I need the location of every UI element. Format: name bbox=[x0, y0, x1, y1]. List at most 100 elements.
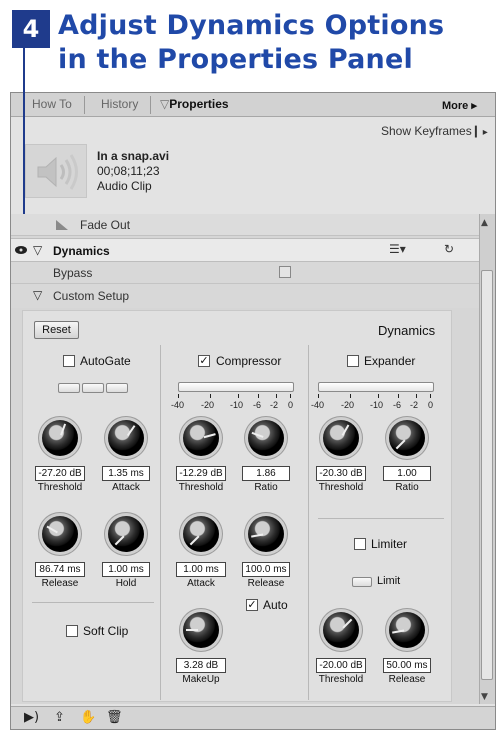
eye-icon[interactable] bbox=[14, 245, 28, 255]
limiter-label: Limiter bbox=[371, 537, 408, 551]
compressor-ratio-knob[interactable] bbox=[248, 420, 284, 456]
clip-type: Audio Clip bbox=[97, 179, 152, 193]
compressor-release-value[interactable]: 100.0 ms bbox=[242, 562, 290, 577]
compressor-threshold-knob[interactable] bbox=[183, 420, 219, 456]
play-icon[interactable]: ▶) bbox=[24, 710, 39, 725]
reset-icon[interactable]: ↻ bbox=[444, 242, 454, 256]
expander-level-meter bbox=[318, 382, 434, 392]
compressor-ratio-value[interactable]: 1.86 bbox=[242, 466, 290, 481]
compressor-attack-knob[interactable] bbox=[183, 516, 219, 552]
meter-tick bbox=[350, 394, 351, 398]
fade-out-icon bbox=[56, 220, 68, 230]
meter-scale-label: -40 bbox=[311, 400, 325, 410]
section-divider bbox=[308, 345, 309, 700]
autogate-attack-value[interactable]: 1.35 ms bbox=[102, 466, 150, 481]
limiter-threshold-value[interactable]: -20.00 dB bbox=[316, 658, 366, 673]
autogate-release-knob[interactable] bbox=[42, 516, 78, 552]
export-icon[interactable]: ⇪ bbox=[54, 710, 65, 725]
bypass-label: Bypass bbox=[53, 266, 93, 280]
expander-ratio-value[interactable]: 1.00 bbox=[383, 466, 431, 481]
gate-indicator-light bbox=[82, 383, 104, 393]
compressor-attack-value[interactable]: 1.00 ms bbox=[176, 562, 226, 577]
limiter-checkbox[interactable] bbox=[354, 538, 366, 550]
limiter-release-label: Release bbox=[388, 674, 426, 685]
expander-meter-scale: -40 -20 -10 -6 -2 0 bbox=[311, 394, 440, 412]
meter-scale-label: -20 bbox=[201, 400, 215, 410]
expander-ratio-label: Ratio bbox=[395, 482, 419, 493]
dynamics-header: Dynamics bbox=[378, 323, 436, 338]
scroll-up-arrow-icon[interactable]: ▲ bbox=[481, 218, 488, 228]
effect-row-fade-out[interactable]: Fade Out bbox=[11, 214, 479, 236]
autogate-release-label: Release bbox=[41, 578, 79, 589]
compressor-makeup-knob[interactable] bbox=[183, 612, 219, 648]
autogate-attack-knob[interactable] bbox=[108, 420, 144, 456]
effect-row-dynamics[interactable]: ▽ Dynamics ☰▾ ↻ bbox=[11, 238, 479, 262]
compressor-label: Compressor bbox=[216, 354, 282, 368]
soft-clip-checkbox[interactable] bbox=[66, 625, 78, 637]
expander-threshold-label: Threshold bbox=[318, 482, 364, 493]
custom-setup-row[interactable]: ▽ Custom Setup bbox=[11, 284, 479, 308]
reset-button[interactable]: Reset bbox=[34, 321, 79, 339]
autogate-attack-label: Attack bbox=[112, 482, 140, 493]
trash-icon[interactable]: 🗑 bbox=[106, 710, 123, 725]
step-number-badge: 4 bbox=[12, 10, 50, 48]
expand-triangle-icon[interactable]: ▽ bbox=[33, 288, 42, 302]
meter-scale-label: -10 bbox=[230, 400, 244, 410]
meter-tick bbox=[238, 394, 239, 398]
compressor-checkbox[interactable]: ✓ bbox=[198, 355, 210, 367]
meter-tick bbox=[290, 394, 291, 398]
autogate-release-value[interactable]: 86.74 ms bbox=[35, 562, 85, 577]
limiter-threshold-knob[interactable] bbox=[323, 612, 359, 648]
limiter-threshold-label: Threshold bbox=[318, 674, 364, 685]
expander-ratio-knob[interactable] bbox=[389, 420, 425, 456]
compressor-makeup-label: MakeUp bbox=[182, 674, 220, 685]
tab-separator bbox=[84, 96, 85, 114]
hand-icon[interactable]: ✋ bbox=[80, 710, 96, 725]
tab-properties[interactable]: ▽Properties bbox=[160, 97, 229, 111]
scrollbar-thumb[interactable] bbox=[481, 270, 493, 680]
autogate-threshold-value[interactable]: -27.20 dB bbox=[35, 466, 85, 481]
expand-triangle-icon[interactable]: ▽ bbox=[33, 243, 42, 257]
limit-label: Limit bbox=[377, 575, 401, 587]
meter-scale-label: 0 bbox=[288, 400, 294, 410]
custom-setup-label: Custom Setup bbox=[53, 289, 130, 303]
section-divider bbox=[32, 602, 154, 603]
dynamics-effect-label: Dynamics bbox=[53, 244, 110, 258]
autogate-hold-knob[interactable] bbox=[108, 516, 144, 552]
heading-line-1: Adjust Dynamics Options bbox=[58, 10, 445, 41]
compressor-attack-label: Attack bbox=[187, 578, 215, 589]
tab-chevron-icon: ▽ bbox=[160, 97, 170, 111]
tab-how-to[interactable]: How To bbox=[32, 97, 72, 111]
tab-separator bbox=[150, 96, 151, 114]
limiter-release-knob[interactable] bbox=[389, 612, 425, 648]
clip-timecode: 00;08;11;23 bbox=[97, 164, 160, 178]
clip-name: In a snap.avi bbox=[97, 149, 170, 163]
autogate-hold-value[interactable]: 1.00 ms bbox=[102, 562, 150, 577]
meter-scale-label: -2 bbox=[270, 400, 279, 410]
compressor-makeup-value[interactable]: 3.28 dB bbox=[176, 658, 226, 673]
tab-history[interactable]: History bbox=[101, 97, 138, 111]
compressor-release-knob[interactable] bbox=[248, 516, 284, 552]
show-keyframes-button[interactable]: Show Keyframes ▎▸ bbox=[381, 124, 488, 138]
gate-indicator-light bbox=[106, 383, 128, 393]
limiter-release-value[interactable]: 50.00 ms bbox=[383, 658, 431, 673]
autogate-checkbox[interactable] bbox=[63, 355, 75, 367]
clip-thumbnail bbox=[25, 144, 87, 198]
heading-line-2: in the Properties Panel bbox=[58, 44, 413, 75]
speaker-icon bbox=[37, 154, 78, 190]
expander-threshold-knob[interactable] bbox=[323, 420, 359, 456]
fade-out-label: Fade Out bbox=[80, 218, 131, 232]
more-menu-button[interactable]: More ▸ bbox=[442, 99, 477, 112]
meter-scale-label: -6 bbox=[393, 400, 402, 410]
meter-tick bbox=[258, 394, 259, 398]
settings-icon[interactable]: ☰▾ bbox=[389, 242, 406, 256]
autogate-threshold-knob[interactable] bbox=[42, 420, 78, 456]
scroll-down-arrow-icon[interactable]: ▼ bbox=[481, 692, 488, 702]
compressor-threshold-value[interactable]: -12.29 dB bbox=[176, 466, 226, 481]
expander-threshold-value[interactable]: -20.30 dB bbox=[316, 466, 366, 481]
soft-clip-label: Soft Clip bbox=[83, 624, 129, 638]
expander-checkbox[interactable] bbox=[347, 355, 359, 367]
compressor-level-meter bbox=[178, 382, 294, 392]
auto-release-checkbox[interactable]: ✓ bbox=[246, 599, 258, 611]
bypass-checkbox[interactable] bbox=[279, 266, 291, 278]
